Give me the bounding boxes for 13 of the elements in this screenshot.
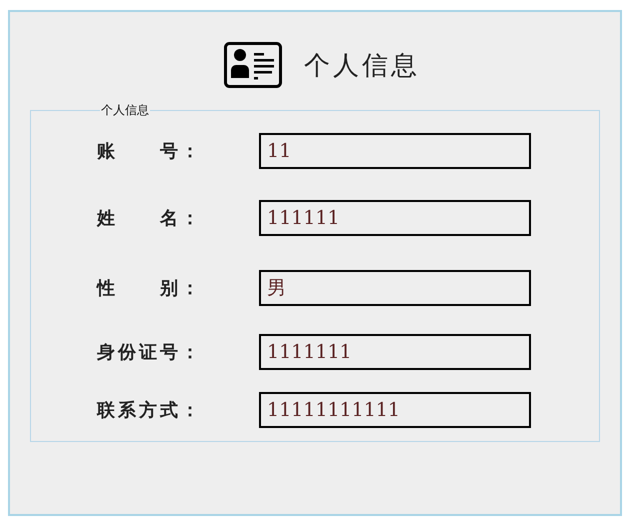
field-label: 身份证号： [97, 341, 203, 364]
input-field[interactable]: 11 [259, 133, 531, 169]
input-field[interactable]: 111111 [259, 200, 531, 236]
input-field[interactable]: 1111111 [259, 334, 531, 370]
group-legend: 个人信息 [100, 102, 150, 119]
field-label: 性 别： [97, 277, 203, 300]
id-card-icon [224, 42, 282, 88]
field-label: 联系方式： [97, 399, 203, 422]
input-field[interactable]: 11111111111 [259, 392, 531, 428]
field-label: 账 号： [97, 140, 203, 163]
field-label: 姓 名： [97, 207, 203, 230]
window-title: 个人信息 [304, 50, 420, 82]
input-field[interactable]: 男 [259, 270, 531, 306]
